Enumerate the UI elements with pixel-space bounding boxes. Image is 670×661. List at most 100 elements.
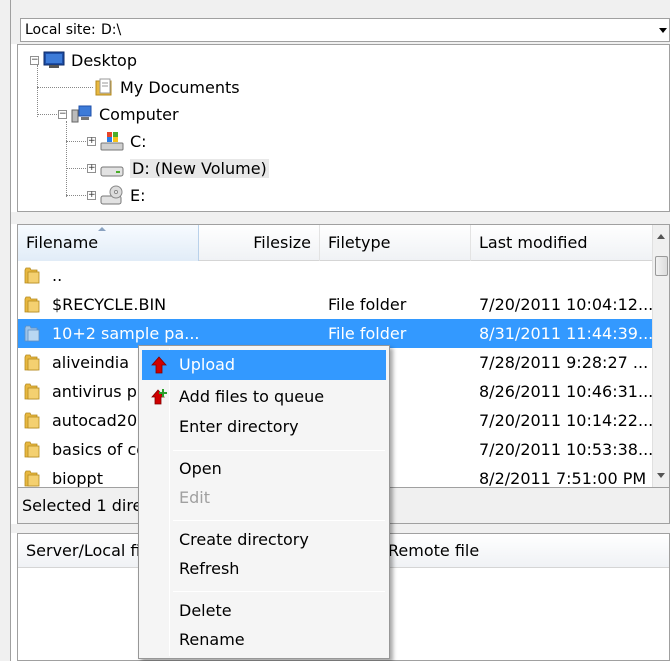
column-header-label: Server/Local fi: [26, 541, 141, 560]
drive-icon: [100, 166, 124, 177]
file-cell-type: File folder: [328, 295, 407, 314]
file-cell-modified: [479, 261, 654, 290]
tree-item-label: Desktop: [71, 50, 137, 70]
folder-icon: [24, 267, 40, 284]
file-cell-modified: 7/20/2011 10:04:12...: [479, 295, 654, 314]
file-cell-type: File folder: [328, 324, 407, 343]
file-cell-modified: 8/2/2011 7:51:00 PM: [479, 469, 647, 488]
file-cell-modified: 7/20/2011 10:53:38...: [479, 440, 654, 459]
tree-item-my-documents[interactable]: My Documents: [94, 74, 240, 100]
scrollbar-thumb[interactable]: [655, 256, 668, 276]
tree-item-label: Computer: [99, 104, 179, 124]
local-site-label: Local site:: [20, 18, 101, 42]
tree-item-computer[interactable]: − Computer: [58, 101, 179, 127]
file-cell-modified: 8/31/2011 11:44:39...: [479, 324, 654, 343]
tree-item-drive-d[interactable]: + D: (New Volume): [87, 155, 269, 181]
menu-item-upload[interactable]: Upload: [142, 350, 386, 380]
collapse-icon[interactable]: −: [58, 109, 67, 119]
folder-icon: [24, 441, 40, 458]
menu-item-label: Refresh: [179, 559, 240, 578]
file-row[interactable]: ..: [18, 261, 654, 290]
menu-separator: [173, 450, 385, 451]
column-header-filename[interactable]: Filename: [18, 225, 199, 261]
expand-icon[interactable]: +: [87, 163, 96, 173]
expand-icon[interactable]: +: [87, 190, 96, 200]
chevron-down-icon[interactable]: [659, 28, 667, 33]
folder-icon: [24, 383, 40, 400]
file-cell-size: [202, 319, 318, 348]
column-header-server-local-file[interactable]: Server/Local fi: [18, 534, 141, 568]
tree-item-label: E:: [130, 185, 146, 205]
menu-item-label: Upload: [179, 355, 236, 374]
column-header-filetype[interactable]: Filetype: [320, 225, 471, 261]
file-row[interactable]: 10+2 sample pa... File folder 8/31/2011 11…: [18, 319, 654, 348]
menu-item-rename[interactable]: Rename: [142, 625, 386, 655]
menu-item-label: Enter directory: [179, 417, 299, 436]
file-cell-name: $RECYCLE.BIN: [52, 295, 167, 314]
menu-item-open[interactable]: Open: [142, 454, 386, 484]
menu-item-label: Open: [179, 459, 222, 478]
dvd-drive-icon: [100, 185, 123, 205]
scroll-up-icon[interactable]: [657, 234, 665, 239]
menu-item-label: Edit: [179, 488, 210, 507]
menu-item-add-files-to-queue[interactable]: Add files to queue: [142, 382, 386, 412]
folder-icon: [24, 354, 40, 371]
file-cell-modified: 7/28/2011 9:28:27 ...: [479, 353, 649, 372]
file-cell-name: 10+2 sample pa...: [52, 324, 200, 343]
pane-splitter[interactable]: [11, 212, 670, 224]
folder-icon: [24, 296, 40, 313]
menu-item-label: Create directory: [179, 530, 309, 549]
column-header-label: Last modified: [479, 233, 588, 252]
collapse-icon[interactable]: −: [30, 55, 39, 65]
local-directory-tree[interactable]: − Desktop My Documents − Computer + C: +…: [17, 44, 670, 212]
folder-icon: [24, 325, 40, 342]
local-site-path-text: D:\: [101, 22, 122, 38]
status-text: Selected 1 dire: [22, 496, 143, 515]
window-frame-top: [11, 0, 670, 10]
column-header-last-modified[interactable]: Last modified: [471, 225, 654, 261]
menu-item-edit: Edit: [142, 483, 386, 513]
column-header-filesize[interactable]: Filesize: [199, 225, 320, 261]
menu-item-create-directory[interactable]: Create directory: [142, 525, 386, 555]
desktop-icon: [43, 51, 65, 68]
tree-item-label: My Documents: [120, 77, 240, 97]
tree-item-drive-c[interactable]: + C:: [87, 128, 147, 154]
window-frame-left: [0, 0, 11, 661]
menu-item-label: Delete: [179, 601, 232, 620]
sort-ascending-icon: [98, 227, 106, 231]
upload-arrow-icon: [151, 356, 167, 374]
file-cell-type: [328, 261, 468, 290]
menu-separator: [173, 591, 385, 592]
file-cell-modified: 8/26/2011 10:46:31...: [479, 382, 654, 401]
tree-item-label: D: (New Volume): [130, 158, 269, 178]
file-cell-size: [202, 261, 318, 290]
menu-item-delete[interactable]: Delete: [142, 596, 386, 626]
local-site-path-input[interactable]: D:\: [96, 18, 670, 42]
menu-item-label: Add files to queue: [179, 387, 325, 406]
menu-item-refresh[interactable]: Refresh: [142, 554, 386, 584]
local-site-bar: Local site: D:\: [11, 10, 670, 44]
file-row[interactable]: $RECYCLE.BIN File folder 7/20/2011 10:04:1…: [18, 290, 654, 319]
tree-item-desktop[interactable]: − Desktop: [30, 47, 137, 73]
folder-icon: [24, 412, 40, 429]
file-list-header: Filename Filesize Filetype Last modified: [18, 225, 654, 261]
documents-icon: [95, 78, 112, 96]
folder-icon: [24, 470, 40, 487]
file-list-scrollbar[interactable]: [652, 225, 669, 487]
add-queue-icon: [151, 389, 167, 405]
tree-item-label: C:: [130, 131, 147, 151]
column-header-remote-file[interactable]: Remote file: [380, 534, 580, 568]
file-cell-modified: 7/20/2011 10:14:22...: [479, 411, 654, 430]
file-cell-name: ..: [52, 266, 63, 285]
column-header-label: Filesize: [253, 233, 311, 252]
computer-icon: [71, 105, 92, 123]
menu-separator: [173, 520, 385, 521]
menu-item-enter-directory[interactable]: Enter directory: [142, 412, 386, 442]
tree-item-drive-e[interactable]: + E:: [87, 182, 146, 208]
column-header-label: Filetype: [328, 233, 391, 252]
expand-icon[interactable]: +: [87, 136, 96, 146]
column-header-label: Remote file: [388, 541, 480, 560]
menu-item-label: Rename: [179, 630, 245, 649]
windows-drive-icon: [100, 132, 124, 151]
scroll-down-icon[interactable]: [657, 473, 665, 478]
